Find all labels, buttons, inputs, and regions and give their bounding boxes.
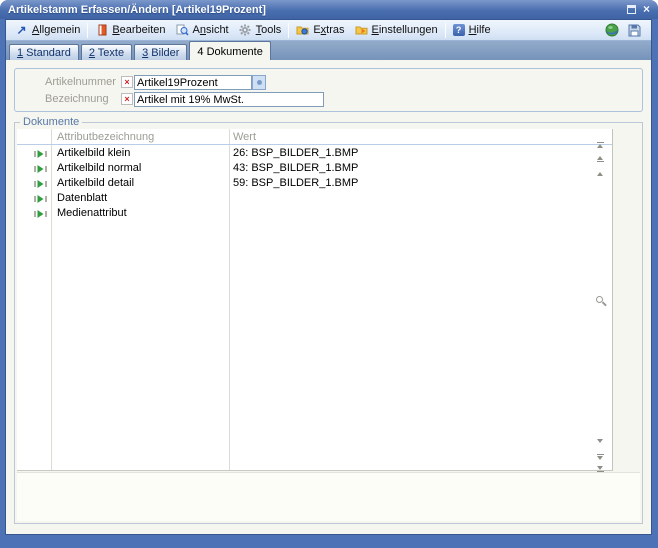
menu-label-einstellungen: Einstellungen xyxy=(372,24,438,36)
bezeichnung-label: Bezeichnung xyxy=(45,93,109,105)
bezeichnung-input[interactable] xyxy=(134,92,324,107)
attribute-name: Artikelbild detail xyxy=(57,177,134,189)
table-footer-panel xyxy=(17,472,640,521)
toolbar-right-icons xyxy=(605,23,641,37)
table-header: Attributbezeichnung Wert xyxy=(17,129,612,145)
spinner-glyph xyxy=(257,80,262,85)
media-attribute-icon xyxy=(34,194,47,204)
search-icon[interactable] xyxy=(595,295,607,307)
scroll-down-button[interactable] xyxy=(594,435,606,447)
menu-label-allgemein: Allgemein xyxy=(32,24,80,36)
table-row[interactable]: Artikelbild klein 26: BSP_BILDER_1.BMP xyxy=(17,146,612,161)
table-row[interactable]: Datenblatt xyxy=(17,191,612,206)
toolbar-separator xyxy=(445,23,446,38)
dokumente-groupbox: Dokumente Attributbezeichnung Wert Artik… xyxy=(14,122,643,524)
close-icon[interactable] xyxy=(643,5,650,14)
tab-bilder[interactable]: 3 Bilder xyxy=(134,44,187,60)
tab-texte[interactable]: 2 Texte xyxy=(81,44,132,60)
table-row[interactable]: Medienattribut xyxy=(17,206,612,221)
magnifier-document-icon xyxy=(176,24,189,37)
save-icon[interactable] xyxy=(628,24,641,37)
attribute-name: Artikelbild klein xyxy=(57,147,130,159)
folder-settings-icon xyxy=(355,24,368,37)
groupbox-label: Dokumente xyxy=(20,116,82,128)
toolbar-separator xyxy=(87,23,88,38)
media-attribute-icon xyxy=(34,149,47,159)
menu-label-ansicht: Ansicht xyxy=(193,24,229,36)
menu-extras[interactable]: Extras xyxy=(291,21,349,40)
attribute-name: Artikelbild normal xyxy=(57,162,141,174)
titlebar-controls xyxy=(627,5,650,14)
media-attribute-icon xyxy=(34,179,47,189)
menu-label-tools: Tools xyxy=(256,24,282,36)
edit-notebook-icon xyxy=(95,24,108,37)
restore-icon[interactable] xyxy=(627,5,636,14)
attribute-value: 59: BSP_BILDER_1.BMP xyxy=(233,177,358,189)
menu-hilfe[interactable]: Hilfe xyxy=(448,21,496,40)
tab-page-dokumente: Artikelnummer Bezeichnung Dokumente xyxy=(6,60,651,534)
tab-dokumente[interactable]: 4 Dokumente xyxy=(189,41,270,60)
scroll-page-up-button[interactable] xyxy=(594,153,606,165)
scroll-page-down-button[interactable] xyxy=(594,450,606,462)
menu-ansicht[interactable]: Ansicht xyxy=(171,21,234,40)
column-header-attribut: Attributbezeichnung xyxy=(57,131,154,143)
gear-icon xyxy=(239,24,252,37)
toolbar-separator xyxy=(288,23,289,38)
menu-bearbeiten[interactable]: Bearbeiten xyxy=(90,21,170,40)
media-attribute-icon xyxy=(34,164,47,174)
attribute-value: 26: BSP_BILDER_1.BMP xyxy=(233,147,358,159)
scroll-up-button[interactable] xyxy=(594,168,606,180)
clear-field-icon[interactable] xyxy=(121,76,133,88)
window-inner-frame: Allgemein Bearbeiten Ansicht Tools xyxy=(5,19,652,535)
attributes-table: Attributbezeichnung Wert Artikelbild kle… xyxy=(17,129,613,471)
window-title: Artikelstamm Erfassen/Ändern [Artikel19P… xyxy=(8,4,266,16)
media-attribute-icon xyxy=(34,209,47,219)
table-row[interactable]: Artikelbild detail 59: BSP_BILDER_1.BMP xyxy=(17,176,612,191)
menu-label-extras: Extras xyxy=(313,24,344,36)
artikelnummer-label: Artikelnummer xyxy=(45,76,116,88)
clear-field-icon[interactable] xyxy=(121,93,133,105)
attribute-value: 43: BSP_BILDER_1.BMP xyxy=(233,162,358,174)
window-titlebar[interactable]: Artikelstamm Erfassen/Ändern [Artikel19P… xyxy=(0,0,658,19)
artikelnummer-input[interactable] xyxy=(134,75,252,90)
menu-label-bearbeiten: Bearbeiten xyxy=(112,24,165,36)
application-window: Artikelstamm Erfassen/Ändern [Artikel19P… xyxy=(0,0,658,548)
arrow-up-right-icon xyxy=(15,24,28,37)
attribute-name: Datenblatt xyxy=(57,192,107,204)
artikelnummer-row: Artikelnummer xyxy=(15,75,642,90)
folder-globe-icon xyxy=(296,24,309,37)
tab-standard[interactable]: 1 Standard xyxy=(9,44,79,60)
menu-allgemein[interactable]: Allgemein xyxy=(10,21,85,40)
menu-tools[interactable]: Tools xyxy=(234,21,287,40)
tab-strip: 1 Standard 2 Texte 3 Bilder 4 Dokumente xyxy=(6,41,651,60)
table-body: Artikelbild klein 26: BSP_BILDER_1.BMP A… xyxy=(17,146,612,221)
article-header-form: Artikelnummer Bezeichnung xyxy=(14,68,643,112)
scroll-first-button[interactable] xyxy=(594,138,606,150)
lookup-spinner-button[interactable] xyxy=(252,75,266,90)
bezeichnung-row: Bezeichnung xyxy=(15,92,642,107)
menu-einstellungen[interactable]: Einstellungen xyxy=(350,21,443,40)
menu-label-hilfe: Hilfe xyxy=(469,24,491,36)
table-row[interactable]: Artikelbild normal 43: BSP_BILDER_1.BMP xyxy=(17,161,612,176)
attribute-name: Medienattribut xyxy=(57,207,127,219)
help-icon xyxy=(453,24,465,36)
globe-icon[interactable] xyxy=(605,23,619,37)
menu-toolbar: Allgemein Bearbeiten Ansicht Tools xyxy=(6,20,651,41)
column-header-wert: Wert xyxy=(233,131,256,143)
